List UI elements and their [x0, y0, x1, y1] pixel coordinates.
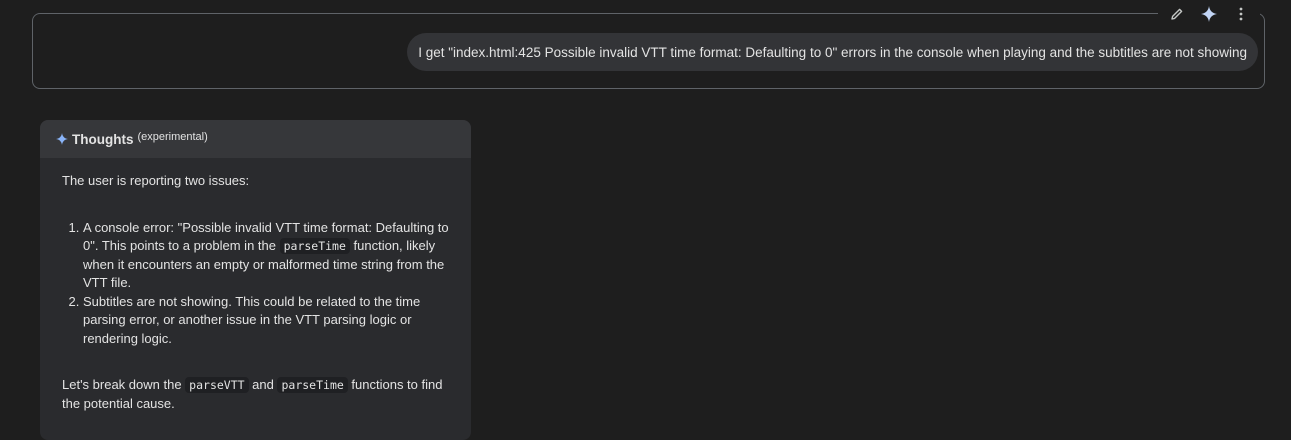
user-message-bubble: I get "index.html:425 Possible invalid V… [407, 33, 1258, 71]
thoughts-header[interactable]: Thoughts (experimental) [40, 120, 471, 158]
thoughts-intro: The user is reporting two issues: [62, 173, 250, 188]
issue-list: A console error: "Possible invalid VTT t… [62, 219, 449, 349]
code-parsevtt: parseVTT [185, 377, 249, 393]
code-parsetime: parseTime [279, 238, 350, 254]
more-vert-icon[interactable] [1228, 2, 1254, 26]
thoughts-subtitle: (experimental) [137, 131, 208, 143]
list-item: A console error: "Possible invalid VTT t… [83, 219, 449, 293]
user-message-text: I get "index.html:425 Possible invalid V… [418, 44, 1247, 60]
thoughts-body: The user is reporting two issues: A cons… [40, 158, 471, 413]
pencil-icon[interactable] [1164, 2, 1190, 26]
thoughts-conclusion: Let's break down the parseVTT and parseT… [62, 377, 443, 411]
query-actions [1158, 2, 1260, 26]
sparkle-icon[interactable] [1196, 2, 1222, 26]
user-query-container: I get "index.html:425 Possible invalid V… [32, 2, 1265, 89]
sparkle-icon [56, 133, 68, 145]
code-parsetime: parseTime [277, 377, 348, 393]
thoughts-panel: Thoughts (experimental) The user is repo… [40, 120, 471, 440]
thoughts-title: Thoughts [72, 131, 134, 147]
list-item: Subtitles are not showing. This could be… [83, 293, 449, 349]
